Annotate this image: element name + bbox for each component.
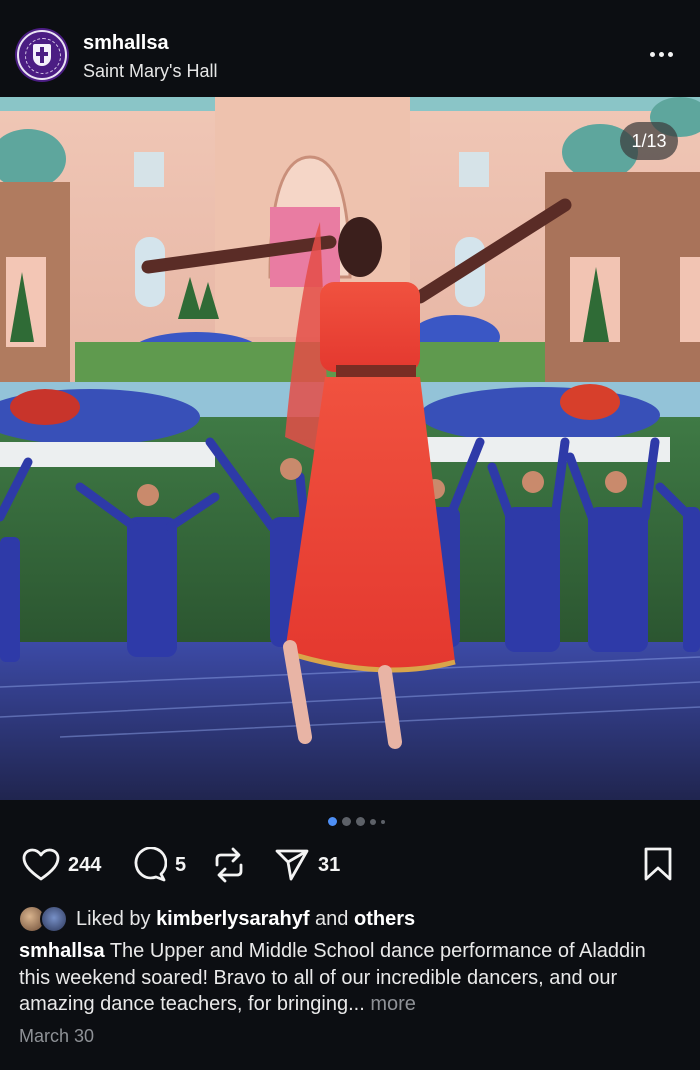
post-date: March 30	[19, 1026, 95, 1046]
liker-avatar	[40, 905, 68, 933]
comment-icon[interactable]	[131, 847, 167, 883]
repost-icon[interactable]	[212, 846, 246, 884]
liked-by-row: Liked by kimberlysarahyf and others	[18, 904, 415, 934]
media-counter-badge: 1/13	[620, 122, 678, 160]
send-icon[interactable]	[274, 847, 310, 883]
liked-by-connector: and	[315, 907, 349, 930]
bookmark-icon	[644, 847, 672, 881]
carousel-indicator	[328, 817, 385, 826]
shares-count[interactable]: 31	[318, 854, 340, 877]
caption-more-link[interactable]: more	[370, 993, 416, 1015]
save-button[interactable]	[643, 846, 673, 887]
like-action: 244	[22, 840, 101, 890]
carousel-dot	[356, 817, 365, 826]
account-name: Saint Mary's Hall	[83, 61, 218, 81]
liked-by-label: Liked by	[76, 907, 151, 930]
comment-action: 5	[131, 840, 186, 890]
post-header: smhallsa Saint Mary's Hall	[0, 0, 700, 97]
carousel-dot	[342, 817, 351, 826]
comments-count[interactable]: 5	[175, 854, 186, 877]
username-link[interactable]: smhallsa	[83, 32, 169, 55]
post-caption: smhallsa The Upper and Middle School dan…	[19, 938, 679, 1018]
share-action: 31	[274, 840, 340, 890]
heart-icon[interactable]	[22, 848, 60, 882]
avatar[interactable]	[17, 30, 67, 80]
repost-action	[212, 840, 246, 890]
more-options-button[interactable]	[650, 47, 680, 61]
carousel-dot	[381, 819, 385, 824]
dot-icon	[668, 51, 673, 57]
action-bar: 244 5 31	[0, 840, 700, 890]
carousel-dot	[370, 818, 376, 825]
caption-username-link[interactable]: smhallsa	[19, 940, 105, 962]
liked-by-others-link[interactable]: others	[354, 908, 415, 931]
carousel-dot-active	[328, 817, 337, 826]
liker-avatars[interactable]	[18, 904, 70, 934]
school-crest-icon	[33, 44, 51, 66]
liked-by-user-link[interactable]: kimberlysarahyf	[156, 908, 309, 931]
likes-count[interactable]: 244	[68, 854, 101, 877]
caption-text: The Upper and Middle School dance perfor…	[19, 940, 646, 1015]
dot-icon	[659, 51, 664, 57]
post-image[interactable]	[0, 97, 700, 800]
dot-icon	[650, 51, 655, 57]
dance-performance-photo	[0, 97, 700, 800]
